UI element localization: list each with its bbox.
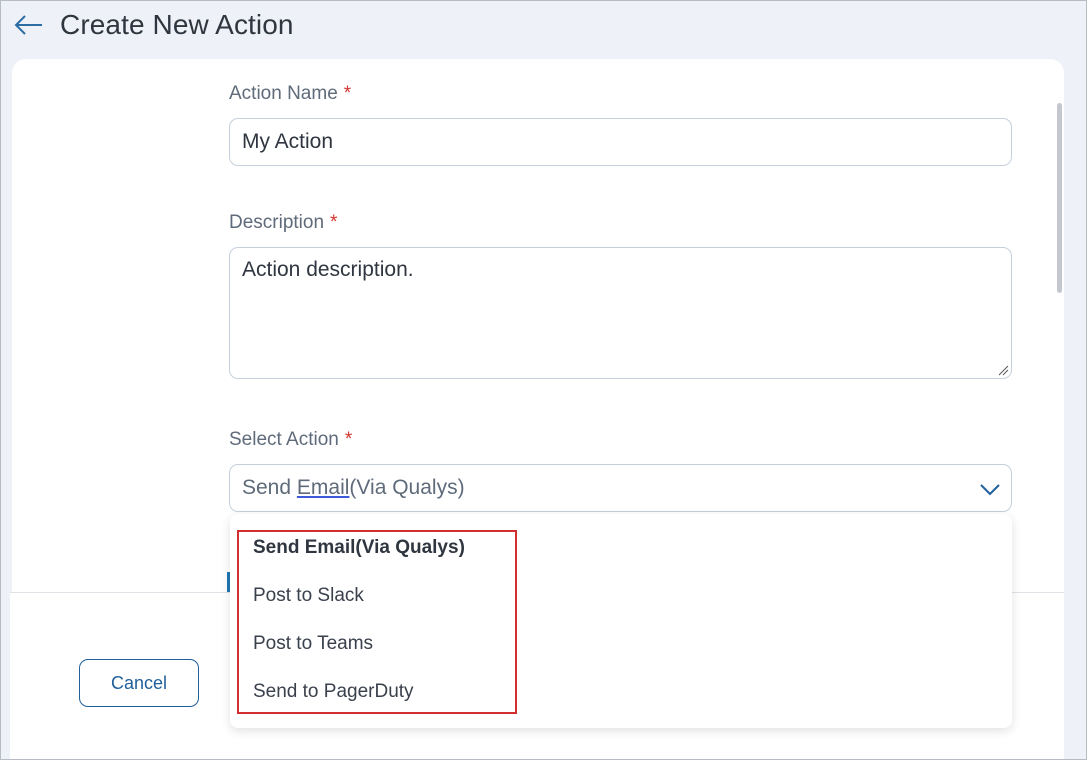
scrollbar[interactable] <box>1057 103 1062 293</box>
action-name-input[interactable]: My Action <box>229 118 1012 166</box>
description-textarea[interactable]: Action description. <box>229 247 1012 379</box>
action-name-label: Action Name * <box>229 83 352 104</box>
action-name-value: My Action <box>242 130 334 153</box>
required-marker: * <box>344 429 353 450</box>
required-marker: * <box>330 212 338 233</box>
select-action-dropdown[interactable]: Send Email(Via Qualys) <box>229 464 1012 512</box>
resize-grip-icon[interactable] <box>997 364 1009 376</box>
required-marker: * <box>343 83 352 104</box>
page-title: Create New Action <box>60 9 294 40</box>
option-send-to-pagerduty[interactable]: Send to PagerDuty <box>253 681 414 703</box>
description-label: Description * <box>229 212 338 233</box>
option-post-to-slack[interactable]: Post to Slack <box>253 585 364 607</box>
option-send-email[interactable]: Send Email(Via Qualys) <box>253 537 465 559</box>
chevron-down-icon[interactable] <box>979 478 1001 500</box>
cancel-button[interactable]: Cancel <box>79 659 199 707</box>
arrow-left-icon[interactable] <box>14 12 44 38</box>
option-post-to-teams[interactable]: Post to Teams <box>253 633 373 655</box>
description-value: Action description. <box>242 258 414 281</box>
page-header: Create New Action <box>0 0 1087 56</box>
select-action-label: Select Action * <box>229 429 353 450</box>
select-action-value: Send Email(Via Qualys) <box>242 476 465 499</box>
